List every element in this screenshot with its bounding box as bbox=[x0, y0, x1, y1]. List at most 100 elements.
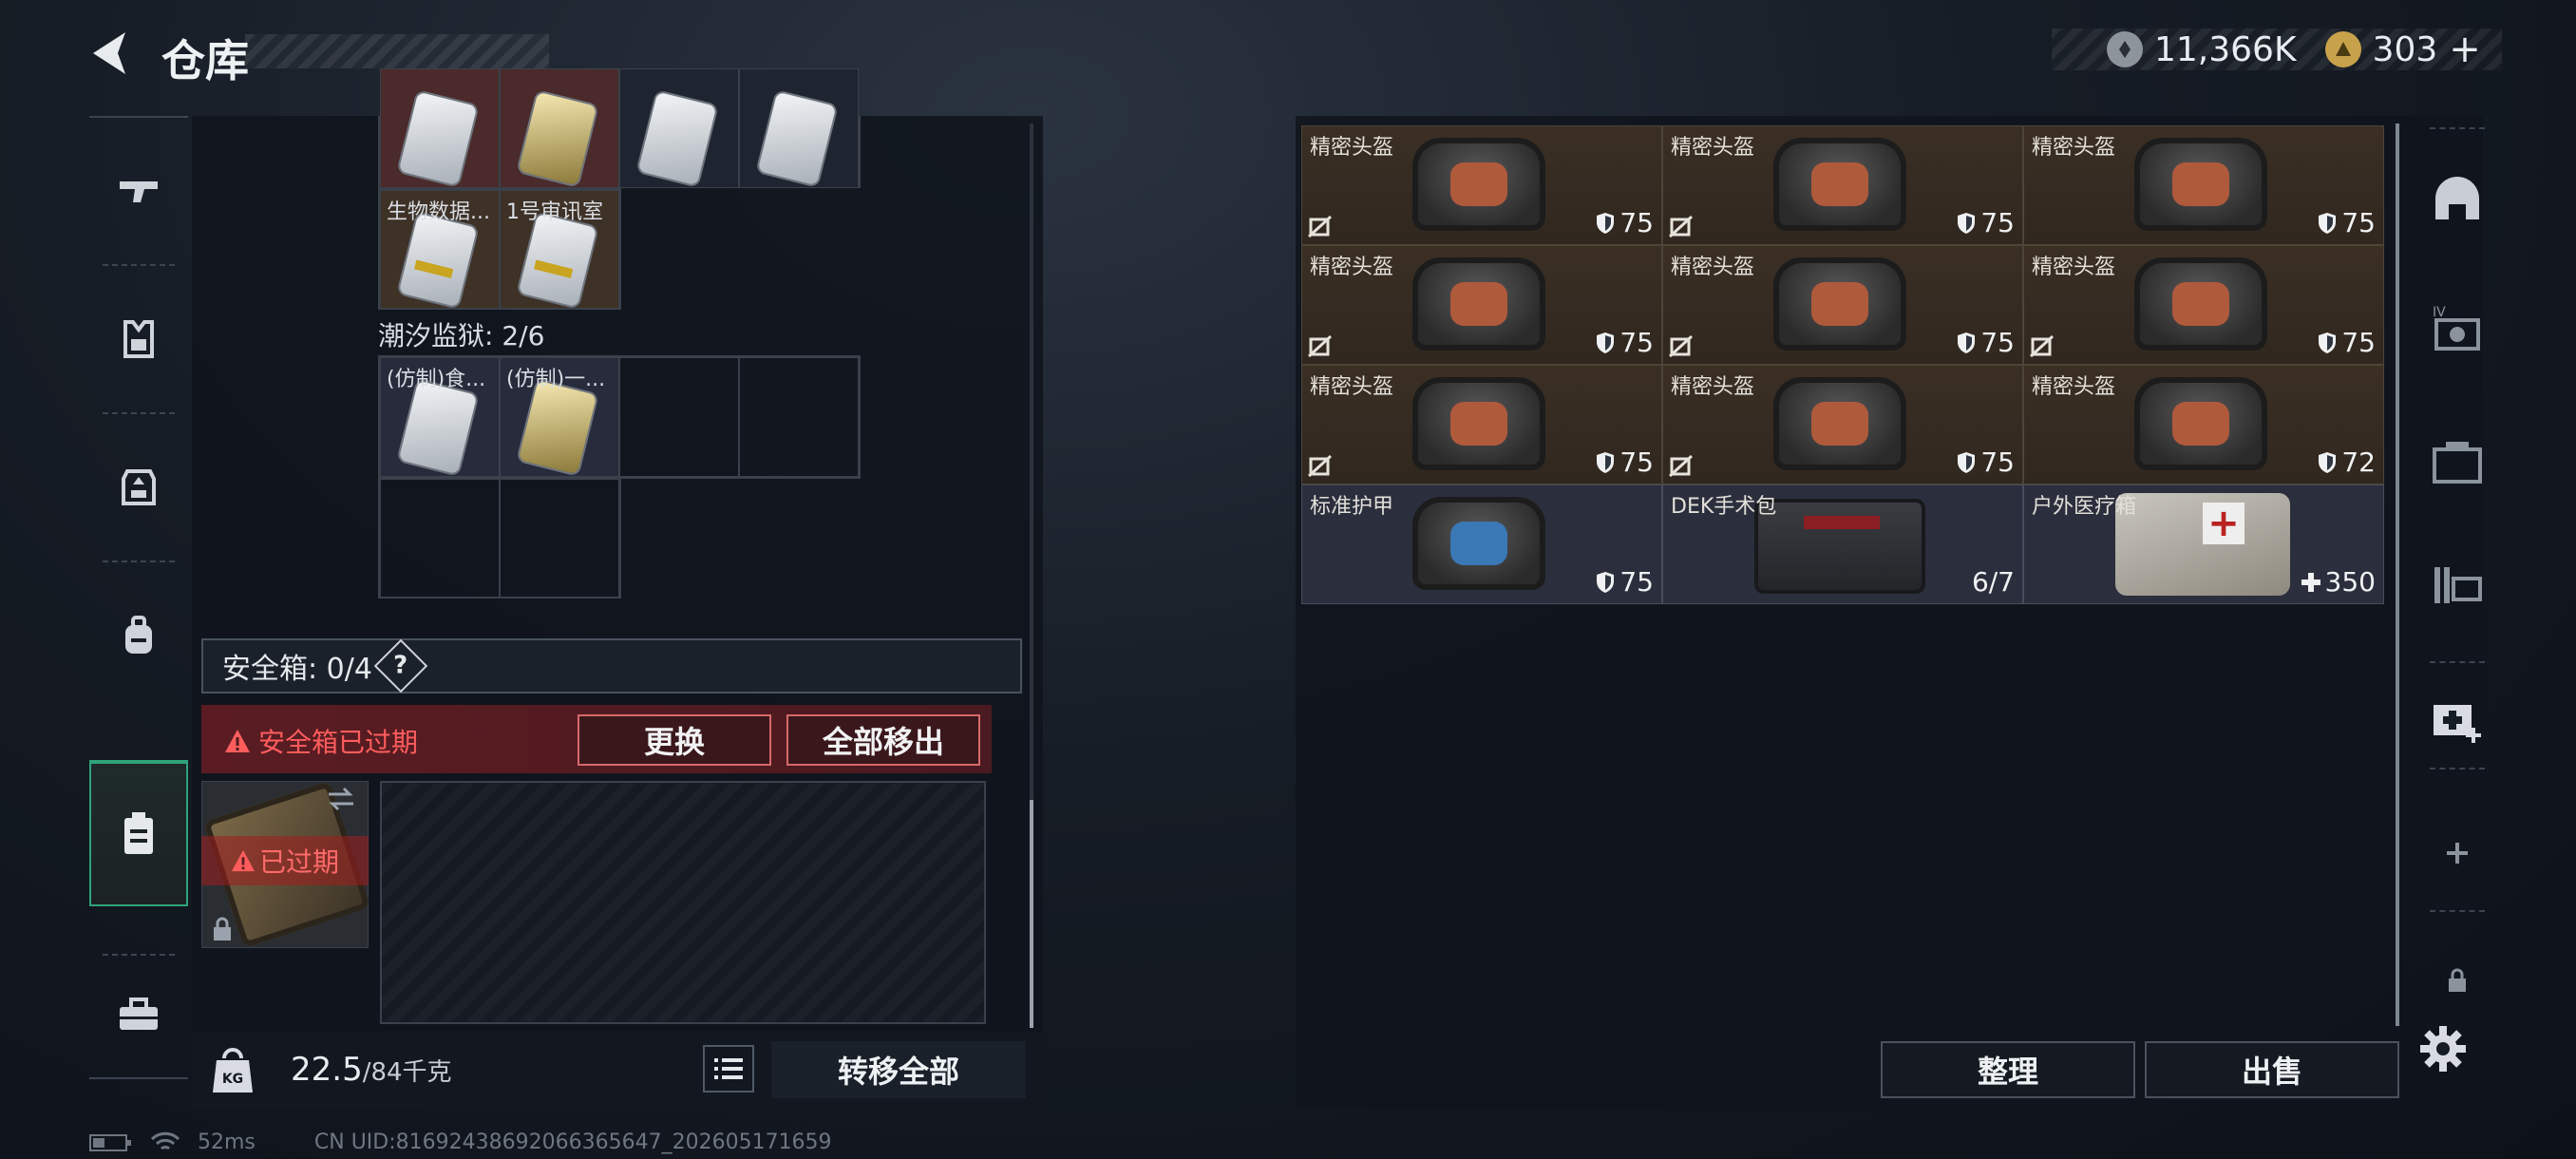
user-uid: CN UID:8169243869206636564​7_20260517165… bbox=[313, 1130, 832, 1154]
item-cell[interactable] bbox=[739, 68, 859, 188]
back-button[interactable] bbox=[84, 25, 141, 82]
stash-item-helmet[interactable]: 精密头盔 75 bbox=[2023, 125, 2384, 245]
no-trade-badge bbox=[1669, 216, 1694, 238]
left-scroll-thumb[interactable] bbox=[1030, 800, 1033, 1028]
svg-text:IV: IV bbox=[2433, 305, 2446, 320]
empty-slot[interactable] bbox=[500, 479, 619, 598]
stash-item-helmet[interactable]: 精密头盔 75 bbox=[1662, 365, 2023, 484]
warning-icon bbox=[225, 730, 250, 752]
stash-item-helmet[interactable]: 精密头盔 72 bbox=[2023, 365, 2384, 484]
battery-icon bbox=[89, 1133, 131, 1151]
add-currency-button[interactable]: + bbox=[2449, 28, 2481, 71]
rail-weapon[interactable] bbox=[89, 118, 188, 264]
prison-section-label: 潮汐监狱: 2/6 bbox=[378, 320, 545, 352]
helmet-image bbox=[1773, 377, 1906, 470]
no-trade-icon bbox=[2030, 335, 2055, 358]
rail-locked-slot[interactable] bbox=[2413, 920, 2502, 1041]
shield-icon bbox=[1958, 212, 1976, 234]
stash-item-pouch[interactable]: DEK手术包 6/7 bbox=[1662, 484, 2023, 604]
rail-medical-add[interactable] bbox=[2413, 659, 2502, 781]
item-name: DEK手术包 bbox=[1671, 495, 1777, 519]
gear-icon bbox=[2420, 1026, 2466, 1072]
rail-helmet-slot[interactable] bbox=[2413, 139, 2502, 260]
no-trade-icon bbox=[1669, 216, 1694, 238]
rail-chest-rig[interactable] bbox=[89, 414, 188, 560]
item-name: 标准护甲 bbox=[1310, 495, 1394, 519]
rail-armor[interactable] bbox=[89, 266, 188, 412]
helmet-image bbox=[1412, 377, 1545, 470]
rail-add-slot[interactable] bbox=[2413, 792, 2502, 914]
helmet-image bbox=[2134, 257, 2267, 351]
transfer-all-button[interactable]: 转移全部 bbox=[771, 1041, 1026, 1098]
item-value: 6/7 bbox=[1971, 566, 2015, 598]
helmet-image bbox=[1773, 257, 1906, 351]
swap-icon[interactable] bbox=[327, 787, 355, 811]
list-view-button[interactable] bbox=[703, 1045, 754, 1092]
item-name: 精密头盔 bbox=[1671, 256, 1755, 279]
item-value: 75 bbox=[1595, 207, 1654, 238]
move-all-out-button[interactable]: 全部移出 bbox=[786, 714, 980, 766]
empty-slot[interactable] bbox=[739, 357, 859, 477]
safe-box-icon bbox=[124, 812, 153, 854]
helmet-icon bbox=[2435, 177, 2479, 219]
stash-item-helmet[interactable]: 精密头盔 75 bbox=[1301, 125, 1662, 245]
no-trade-badge bbox=[2030, 335, 2055, 358]
warning-icon bbox=[231, 849, 255, 872]
item-cell[interactable] bbox=[380, 68, 500, 188]
shield-icon bbox=[2319, 332, 2337, 353]
helmet-image bbox=[2134, 377, 2267, 470]
no-trade-icon bbox=[1308, 216, 1333, 238]
shield-icon bbox=[2319, 451, 2337, 473]
stash-grid: 精密头盔 75 精密头盔 75 精密头盔 75 精密头盔 75 精密头盔 75 精密头盔 75 精密头盔… bbox=[1301, 125, 2386, 610]
sell-button[interactable]: 出售 bbox=[2145, 1041, 2399, 1098]
no-trade-badge bbox=[1308, 455, 1333, 478]
keycard-item[interactable]: 1号审讯室 bbox=[500, 190, 619, 310]
safe-box-header: 安全箱: 0/4 ? bbox=[201, 638, 1022, 694]
medkit-image bbox=[2115, 493, 2290, 596]
medical-add-icon bbox=[2434, 705, 2481, 743]
help-button[interactable]: ? bbox=[373, 638, 428, 694]
keycard-item[interactable]: 生物数据... bbox=[380, 190, 500, 310]
stash-item-helmet[interactable]: 精密头盔 75 bbox=[1662, 125, 2023, 245]
case-icon bbox=[2433, 442, 2482, 484]
empty-slot[interactable] bbox=[619, 357, 739, 477]
prison-grid-row2 bbox=[378, 477, 621, 598]
settings-button[interactable] bbox=[2418, 1024, 2468, 1074]
rail-toolbox[interactable] bbox=[89, 958, 188, 1072]
rail-case-slot[interactable] bbox=[2413, 401, 2502, 522]
item-cell[interactable] bbox=[619, 68, 739, 188]
item-value: 72 bbox=[2317, 446, 2376, 478]
backpack-icon bbox=[125, 616, 152, 654]
stash-item-helmet[interactable]: 精密头盔 75 bbox=[1301, 245, 1662, 365]
svg-text:KG: KG bbox=[222, 1072, 243, 1087]
ping: 52ms bbox=[198, 1130, 256, 1154]
stash-item-helmet[interactable]: 精密头盔 75 bbox=[2023, 245, 2384, 365]
item-value: 350 bbox=[2301, 566, 2376, 598]
item-name: 户外医疗箱 bbox=[2032, 495, 2137, 519]
safe-box-grid[interactable] bbox=[380, 781, 986, 1024]
no-trade-icon bbox=[1669, 335, 1694, 358]
keycard-item[interactable]: (仿制)食... bbox=[380, 357, 500, 477]
keycard-item[interactable]: (仿制)一... bbox=[500, 357, 619, 477]
rail-safe-box[interactable] bbox=[89, 760, 188, 906]
stash-item-vest[interactable]: 标准护甲 75 bbox=[1301, 484, 1662, 604]
helmet-image bbox=[1412, 138, 1545, 231]
no-trade-icon bbox=[1308, 335, 1333, 358]
stash-item-helmet[interactable]: 精密头盔 75 bbox=[1301, 365, 1662, 484]
item-name: 精密头盔 bbox=[2032, 375, 2116, 399]
helmet-image bbox=[2134, 138, 2267, 231]
empty-slot[interactable] bbox=[380, 479, 500, 598]
title-decoration bbox=[245, 34, 549, 68]
shield-icon bbox=[2319, 212, 2337, 234]
stash-item-helmet[interactable]: 精密头盔 75 bbox=[1662, 245, 2023, 365]
replace-button[interactable]: 更换 bbox=[578, 714, 771, 766]
sort-button[interactable]: 整理 bbox=[1881, 1041, 2135, 1098]
rail-backpack[interactable] bbox=[89, 562, 188, 709]
rail-rack-slot[interactable] bbox=[2413, 524, 2502, 646]
stash-item-medkit[interactable]: 户外医疗箱 350 bbox=[2023, 484, 2384, 604]
no-trade-icon bbox=[1308, 455, 1333, 478]
rail-ivs-slot[interactable]: IV bbox=[2413, 268, 2502, 390]
right-scrollbar[interactable] bbox=[2396, 124, 2399, 1026]
item-cell[interactable] bbox=[500, 68, 619, 188]
item-name: 精密头盔 bbox=[1310, 136, 1394, 160]
